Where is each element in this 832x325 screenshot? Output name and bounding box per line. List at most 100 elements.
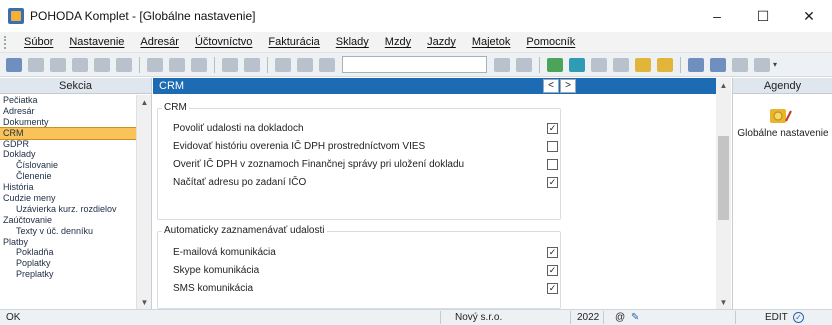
sidebar-toggle-icon[interactable] xyxy=(6,57,22,72)
status-separator xyxy=(603,311,604,324)
settings-scrollbar[interactable]: ▲ ▼ xyxy=(716,78,731,309)
setting-checkbox[interactable] xyxy=(547,158,558,170)
check-circle-icon: ✓ xyxy=(793,312,804,323)
agenda-panel: Agendy Globálne nastavenie xyxy=(732,78,832,309)
window-tile-icon[interactable] xyxy=(688,57,704,72)
sidebar-item[interactable]: Uzávierka kurz. rozdielov xyxy=(0,204,136,215)
agenda-item-label[interactable]: Globálne nastavenie xyxy=(733,128,832,139)
help-icon[interactable] xyxy=(754,57,770,72)
setting-checkbox[interactable]: ✓ xyxy=(547,264,558,276)
sidebar-item[interactable]: GDPR xyxy=(0,139,136,150)
auto-events-group: Automaticky zaznamenávať udalosti E-mail… xyxy=(157,225,561,309)
grid-icon[interactable] xyxy=(191,57,207,72)
sidebar-item[interactable]: CRM xyxy=(0,126,137,140)
print-icon[interactable] xyxy=(275,57,291,72)
minimize-button[interactable]: – xyxy=(694,0,740,32)
sidebar-item[interactable]: Preplatky xyxy=(0,269,136,280)
menu-fakturacia[interactable]: Fakturácia xyxy=(260,36,327,48)
status-separator xyxy=(735,311,736,324)
toolbar-separator xyxy=(214,56,215,73)
users-icon[interactable] xyxy=(635,57,651,72)
setting-checkbox[interactable] xyxy=(547,140,558,152)
menu-adresar[interactable]: Adresár xyxy=(132,36,187,48)
calculator-icon[interactable] xyxy=(591,57,607,72)
next-section-button[interactable]: > xyxy=(560,79,576,93)
accounting-year: 2022 xyxy=(577,312,600,323)
sidebar-item[interactable]: Členenie xyxy=(0,171,136,182)
scroll-down-icon[interactable]: ▼ xyxy=(716,295,731,309)
calendar-icon[interactable] xyxy=(613,57,629,72)
settings-header: CRM < > xyxy=(153,78,731,94)
setting-checkbox[interactable]: ✓ xyxy=(547,246,558,258)
menu-jazdy[interactable]: Jazdy xyxy=(419,36,464,48)
scroll-up-icon[interactable]: ▲ xyxy=(137,95,152,109)
sidebar-item[interactable]: Poplatky xyxy=(0,258,136,269)
section-nav: < > xyxy=(542,79,576,93)
back-icon[interactable] xyxy=(222,57,238,72)
sidebar-item[interactable]: Zaúčtovanie xyxy=(0,215,136,226)
setting-row: Načítať adresu po zadaní IČO ✓ xyxy=(173,175,558,189)
globe-icon[interactable] xyxy=(569,57,585,72)
pen-icon: ✎ xyxy=(631,312,640,323)
menu-mzdy[interactable]: Mzdy xyxy=(377,36,419,48)
sidebar-item[interactable]: Pokladňa xyxy=(0,247,136,258)
setting-row: Povoliť udalosti na dokladoch ✓ xyxy=(173,121,558,135)
filter-icon[interactable] xyxy=(147,57,163,72)
menu-majetok[interactable]: Majetok xyxy=(464,36,519,48)
search-icon[interactable] xyxy=(494,57,510,72)
setting-label: Overiť IČ DPH v zoznamoch Finančnej sprá… xyxy=(173,158,465,170)
setting-row: Overiť IČ DPH v zoznamoch Finančnej sprá… xyxy=(173,157,558,171)
settings-panel: CRM < > CRM Povoliť udalosti na dokladoc… xyxy=(153,78,731,309)
menu-nastavenie[interactable]: Nastavenie xyxy=(61,36,132,48)
scroll-thumb[interactable] xyxy=(718,136,729,220)
prev-section-button[interactable]: < xyxy=(543,79,559,93)
menu-pomocnik[interactable]: Pomocník xyxy=(518,36,583,48)
sidebar-item[interactable]: História xyxy=(0,182,136,193)
chevron-down-icon[interactable]: ▾ xyxy=(773,60,777,69)
pohoda-app-icon xyxy=(8,8,24,24)
delete-record-icon[interactable] xyxy=(94,57,110,72)
scroll-up-icon[interactable]: ▲ xyxy=(716,78,731,92)
maximize-button[interactable]: ☐ xyxy=(740,0,786,32)
section-list: Pečiatka Adresár Dokumenty CRM GDPR Doklady Čí… xyxy=(0,95,137,280)
close-button[interactable]: ✕ xyxy=(786,0,832,32)
sidebar-item[interactable]: Adresár xyxy=(0,106,136,117)
sidebar-item[interactable]: Pečiatka xyxy=(0,95,136,106)
menu-sklady[interactable]: Sklady xyxy=(328,36,377,48)
section-scrollbar[interactable]: ▲ ▼ xyxy=(136,95,151,309)
sidebar-item[interactable]: Číslovanie xyxy=(0,160,136,171)
crm-group: CRM Povoliť udalosti na dokladoch ✓ Evidov… xyxy=(157,102,561,220)
window-cascade-icon[interactable] xyxy=(710,57,726,72)
forward-icon[interactable] xyxy=(244,57,260,72)
sidebar-item[interactable]: Cudzie meny xyxy=(0,193,136,204)
iban-icon[interactable] xyxy=(657,57,673,72)
status-separator xyxy=(440,311,441,324)
setting-row: Evidovať históriu overenia IČ DPH prostr… xyxy=(173,139,558,153)
scroll-down-icon[interactable]: ▼ xyxy=(137,295,152,309)
window-list-icon[interactable] xyxy=(732,57,748,72)
sidebar-item[interactable]: Platby xyxy=(0,237,136,248)
section-panel: Sekcia Pečiatka Adresár Dokumenty CRM GDPR Do… xyxy=(0,78,152,309)
setting-checkbox[interactable]: ✓ xyxy=(547,282,558,294)
menu-uctovnictvo[interactable]: Účtovníctvo xyxy=(187,36,260,48)
copy-record-icon[interactable] xyxy=(50,57,66,72)
sidebar-item[interactable]: Doklady xyxy=(0,149,136,160)
settings-body: CRM Povoliť udalosti na dokladoch ✓ Evidov… xyxy=(153,94,716,309)
cancel-record-icon[interactable] xyxy=(116,57,132,72)
attachment-icon[interactable] xyxy=(319,57,335,72)
edit-icon[interactable] xyxy=(169,57,185,72)
sidebar-item[interactable]: Texty v úč. denníku xyxy=(0,226,136,237)
quick-search-input[interactable] xyxy=(342,56,487,73)
document-icon[interactable] xyxy=(516,57,532,72)
sidebar-item[interactable]: Dokumenty xyxy=(0,117,136,128)
setting-label: Načítať adresu po zadaní IČO xyxy=(173,176,307,188)
report-icon[interactable] xyxy=(297,57,313,72)
setting-checkbox[interactable]: ✓ xyxy=(547,176,558,188)
settings-tools-icon[interactable] xyxy=(769,106,793,126)
menu-subor[interactable]: Súbor xyxy=(16,36,61,48)
invoice-icon[interactable] xyxy=(547,57,563,72)
save-record-icon[interactable] xyxy=(72,57,88,72)
agenda-panel-header: Agendy xyxy=(733,78,832,94)
new-record-icon[interactable] xyxy=(28,57,44,72)
setting-checkbox[interactable]: ✓ xyxy=(547,122,558,134)
